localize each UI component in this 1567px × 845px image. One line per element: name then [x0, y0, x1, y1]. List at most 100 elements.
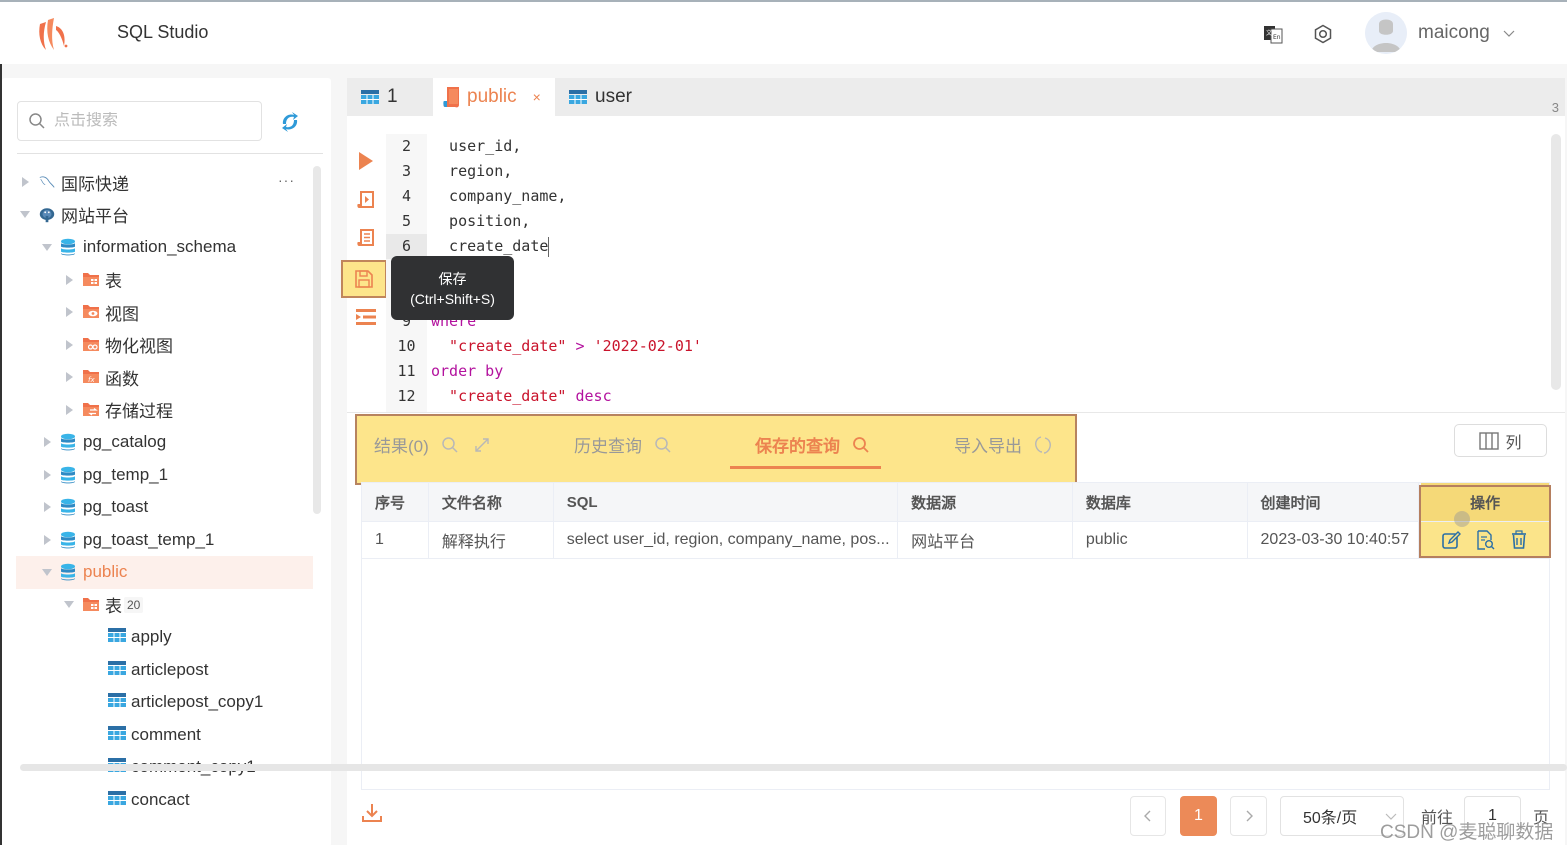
tree-item[interactable]: 物化视图 [16, 329, 313, 362]
code-line[interactable]: region, [431, 159, 1531, 184]
editor-scrollbar[interactable] [1551, 134, 1561, 390]
tab-1[interactable]: 1 [349, 78, 431, 116]
tab-public[interactable]: public × [433, 78, 555, 116]
tree-item[interactable]: fx 函数 [16, 361, 313, 394]
tree-item[interactable]: pg_toast [16, 491, 313, 524]
caret-down-icon[interactable] [42, 567, 52, 577]
code-line[interactable]: "create_date" desc [431, 384, 1531, 409]
close-icon[interactable]: × [533, 89, 541, 105]
tree-item[interactable]: articlepost [16, 654, 313, 687]
more-icon[interactable]: ··· [278, 172, 295, 188]
logo-icon [39, 18, 68, 50]
table-row[interactable]: 1 解释执行 select user_id, region, company_n… [362, 521, 1549, 559]
sidebar-scrollbar[interactable] [313, 166, 321, 514]
column-header[interactable]: 创建时间 [1248, 483, 1420, 521]
columns-button[interactable]: 列 [1454, 424, 1547, 457]
format-button[interactable] [351, 302, 381, 332]
tree-item[interactable]: comment [16, 719, 313, 752]
horizontal-scrollbar[interactable] [20, 764, 1567, 771]
settings-icon[interactable] [1311, 22, 1335, 46]
postgresql-icon [38, 206, 56, 224]
prev-page-button[interactable] [1130, 796, 1166, 836]
explain-button[interactable] [351, 223, 381, 253]
column-header[interactable]: SQL [554, 483, 899, 521]
translate-icon[interactable]: 文 En [1261, 22, 1285, 46]
tab-history[interactable]: 历史查询 [574, 432, 672, 457]
caret-right-icon[interactable] [64, 274, 74, 285]
search-input[interactable] [54, 112, 244, 130]
tree-item[interactable]: public [16, 556, 313, 589]
code-line[interactable]: "create_date" > '2022-02-01' [431, 334, 1531, 359]
tab-saved-queries[interactable]: 保存的查询 [755, 432, 870, 457]
tree-item[interactable]: 视图 [16, 296, 313, 329]
cell-sql: select user_id, region, company_name, po… [554, 522, 899, 558]
page-1-button[interactable]: 1 [1180, 796, 1217, 836]
avatar[interactable] [1365, 12, 1407, 54]
refresh-icon[interactable] [278, 110, 302, 134]
code-line[interactable]: where [431, 309, 1531, 334]
view-sql-icon[interactable] [1475, 530, 1495, 550]
code-line[interactable]: user_id, [431, 134, 1531, 159]
caret-right-icon[interactable] [42, 534, 52, 545]
tree-item[interactable]: 国际快递 ··· [16, 166, 313, 199]
run-script-button[interactable] [351, 185, 381, 215]
tree-item-label: information_schema [83, 237, 237, 257]
tree-item[interactable]: pg_temp_1 [16, 459, 313, 492]
tree-item[interactable]: 存储过程 [16, 394, 313, 427]
caret-right-icon[interactable] [42, 469, 52, 480]
tree-item[interactable]: concact [16, 784, 313, 817]
tab-user[interactable]: user [557, 78, 667, 116]
sql-text: create_date [431, 237, 549, 255]
expand-icon[interactable] [473, 436, 491, 454]
tab-count: 3 [1551, 100, 1559, 115]
folder-view-icon [82, 303, 100, 321]
caret-down-icon[interactable] [64, 600, 74, 610]
run-icon [359, 152, 373, 170]
caret-right-icon[interactable] [20, 177, 30, 188]
caret-right-icon[interactable] [42, 437, 52, 448]
chevron-down-icon[interactable] [1502, 26, 1516, 40]
caret-down-icon[interactable] [20, 210, 30, 220]
table-icon [569, 90, 587, 104]
tree-item[interactable]: pg_toast_temp_1 [16, 524, 313, 557]
caret-right-icon[interactable] [42, 502, 52, 513]
code-line[interactable]: create_date [431, 234, 1531, 259]
tab-label: 历史查询 [574, 437, 642, 456]
delete-icon[interactable] [1509, 530, 1529, 550]
tree-item[interactable]: information_schema [16, 231, 313, 264]
code-line[interactable]: order by [431, 359, 1531, 384]
tab-label: 结果(0) [374, 437, 429, 456]
column-header[interactable]: 序号 [362, 483, 429, 521]
username[interactable]: maicong [1418, 22, 1490, 44]
column-header[interactable]: 文件名称 [429, 483, 554, 521]
tree-item[interactable]: apply [16, 621, 313, 654]
sql-script-icon [443, 86, 461, 108]
column-header[interactable]: 数据源 [898, 483, 1073, 521]
sql-editor[interactable]: user_id, region, company_name, position,… [431, 134, 1531, 409]
tab-label: user [595, 86, 632, 107]
tab-import-export[interactable]: 导入导出 [954, 432, 1052, 457]
column-header[interactable]: 数据库 [1073, 483, 1248, 521]
code-line[interactable]: er_user [431, 284, 1531, 309]
tree-item[interactable]: 网站平台 [16, 199, 313, 232]
next-page-button[interactable] [1230, 796, 1267, 836]
caret-right-icon[interactable] [64, 339, 74, 350]
sql-string: '2022-02-01' [593, 337, 702, 355]
tree-item[interactable]: articlepost_copy1 [16, 686, 313, 719]
tree-item-label: public [83, 562, 128, 582]
caret-right-icon[interactable] [64, 404, 74, 415]
tree-item[interactable]: pg_catalog [16, 426, 313, 459]
code-line[interactable]: company_name, [431, 184, 1531, 209]
tree-item[interactable]: 表 20 [16, 589, 313, 622]
code-line[interactable]: position, [431, 209, 1531, 234]
code-line[interactable] [431, 259, 1531, 284]
download-icon[interactable] [361, 802, 383, 824]
caret-right-icon[interactable] [64, 372, 74, 383]
save-button[interactable] [341, 260, 387, 298]
run-button[interactable] [351, 146, 381, 176]
tree-item[interactable]: 表 [16, 264, 313, 297]
tab-results[interactable]: 结果(0) [374, 432, 491, 457]
edit-icon[interactable] [1441, 530, 1462, 550]
caret-right-icon[interactable] [64, 307, 74, 318]
caret-down-icon[interactable] [42, 242, 52, 252]
